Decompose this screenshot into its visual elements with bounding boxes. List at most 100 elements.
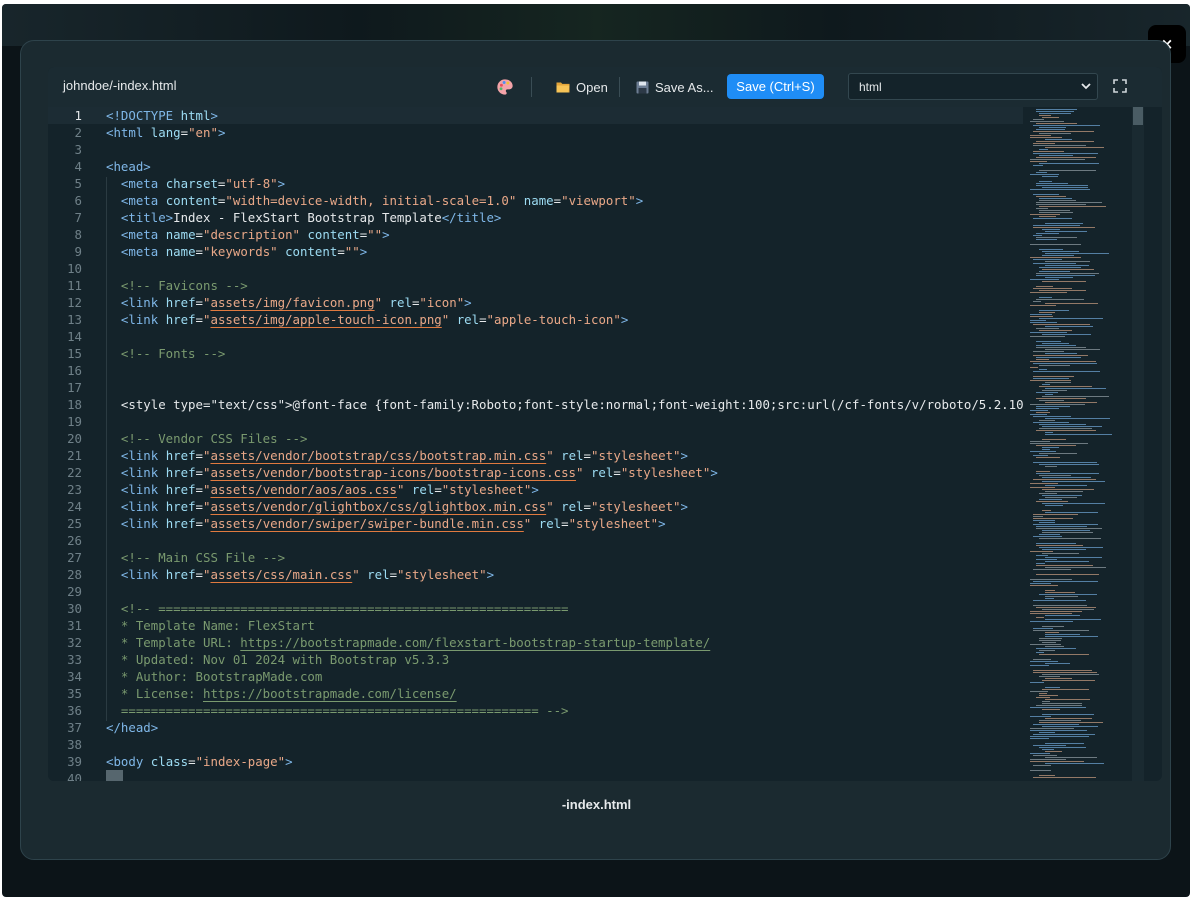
minimap-line xyxy=(1039,722,1103,723)
minimap-line xyxy=(1036,648,1076,649)
code-line[interactable]: 23 <link href="assets/vendor/aos/aos.css… xyxy=(48,481,1023,498)
open-button[interactable]: Open xyxy=(556,75,608,99)
minimap-line xyxy=(1045,418,1110,419)
code-line[interactable]: 31 * Template Name: FlexStart xyxy=(48,617,1023,634)
code-text: <!-- Favicons --> xyxy=(120,278,248,293)
line-number: 22 xyxy=(67,465,82,480)
code-line[interactable]: 10 xyxy=(48,260,1023,277)
code-editor[interactable]: 40 39 <body class="index-page"> 38 37 </head>… xyxy=(48,107,1023,781)
line-number: 14 xyxy=(67,329,82,344)
code-line[interactable]: 15 <!-- Fonts --> xyxy=(48,345,1023,362)
minimap-line xyxy=(1030,320,1046,321)
code-line[interactable]: 11 <!-- Favicons --> xyxy=(48,277,1023,294)
vertical-scrollbar[interactable] xyxy=(1132,107,1144,781)
fullscreen-icon[interactable] xyxy=(1113,79,1127,93)
code-line[interactable]: 20 <!-- Vendor CSS Files --> xyxy=(48,430,1023,447)
minimap-line xyxy=(1045,619,1101,620)
palette-icon[interactable] xyxy=(496,78,514,96)
code-line[interactable]: 28 <link href="assets/css/main.css" rel=… xyxy=(48,566,1023,583)
code-line[interactable]: 34 * Author: BootstrapMade.com xyxy=(48,668,1023,685)
code-line[interactable]: 38 xyxy=(48,736,1023,753)
line-number: 28 xyxy=(67,567,82,582)
code-line[interactable]: 6 <meta content="width=device-width, ini… xyxy=(48,192,1023,209)
minimap-line xyxy=(1045,261,1090,262)
minimap-line xyxy=(1039,732,1055,733)
code-line[interactable]: 36 =====================================… xyxy=(48,702,1023,719)
line-number: 29 xyxy=(67,584,82,599)
minimap-line xyxy=(1039,365,1070,366)
code-line[interactable]: 5 <meta charset="utf-8"> xyxy=(48,175,1023,192)
line-number: 39 xyxy=(67,754,82,769)
minimap-line xyxy=(1039,386,1092,387)
code-line[interactable]: 39 <body class="index-page"> xyxy=(48,753,1023,770)
code-line[interactable]: 14 xyxy=(48,328,1023,345)
code-line[interactable]: 18 <style type="text/css">@font-face {fo… xyxy=(48,396,1023,413)
save-as-button[interactable]: Save As... xyxy=(636,75,714,99)
code-line[interactable]: 8 <meta name="description" content=""> xyxy=(48,226,1023,243)
minimap-line xyxy=(1036,555,1048,556)
minimap-line xyxy=(1042,269,1094,270)
code-line[interactable]: 35 * License: https://bootstrapmade.com/… xyxy=(48,685,1023,702)
minimap-line xyxy=(1039,775,1055,776)
code-line[interactable]: 19 xyxy=(48,413,1023,430)
code-line[interactable]: 37 </head> xyxy=(48,719,1023,736)
code-text: </head> xyxy=(106,720,159,735)
line-number: 33 xyxy=(67,652,82,667)
code-line[interactable]: 26 xyxy=(48,532,1023,549)
footer-filename: -index.html xyxy=(561,797,632,812)
code-text: <body class="index-page"> xyxy=(106,754,293,769)
minimap-line xyxy=(1045,596,1078,597)
code-line[interactable]: 40 xyxy=(48,770,1023,781)
code-line[interactable]: 3 xyxy=(48,141,1023,158)
minimap-line xyxy=(1036,408,1059,409)
minimap-line xyxy=(1036,545,1083,546)
code-line[interactable]: 7 <title>Index - FlexStart Bootstrap Tem… xyxy=(48,209,1023,226)
minimap-line xyxy=(1030,332,1067,333)
code-line[interactable]: 12 <link href="assets/img/favicon.png" r… xyxy=(48,294,1023,311)
minimap-line xyxy=(1033,765,1051,766)
code-line[interactable]: 4 <head> xyxy=(48,158,1023,175)
text-cursor xyxy=(106,770,123,781)
code-minimap[interactable] xyxy=(1024,107,1132,781)
language-select-value: html xyxy=(859,79,882,94)
code-text: <!-- Vendor CSS Files --> xyxy=(120,431,308,446)
code-text: <meta content="width=device-width, initi… xyxy=(120,193,644,208)
minimap-line xyxy=(1030,682,1044,683)
minimap-line xyxy=(1042,390,1067,391)
minimap-line xyxy=(1045,636,1098,637)
code-line[interactable]: 30 <!-- ================================… xyxy=(48,600,1023,617)
scrollbar-thumb[interactable] xyxy=(1133,107,1143,125)
minimap-line xyxy=(1033,479,1096,480)
code-line[interactable]: 25 <link href="assets/vendor/swiper/swip… xyxy=(48,515,1023,532)
language-select[interactable]: html xyxy=(848,73,1098,100)
minimap-line xyxy=(1042,701,1050,702)
code-line[interactable]: 17 xyxy=(48,379,1023,396)
minimap-line xyxy=(1030,137,1062,138)
code-line[interactable]: 24 <link href="assets/vendor/glightbox/c… xyxy=(48,498,1023,515)
code-line[interactable]: 13 <link href="assets/img/apple-touch-ic… xyxy=(48,311,1023,328)
code-line[interactable]: 29 xyxy=(48,583,1023,600)
minimap-line xyxy=(1045,382,1071,383)
code-line[interactable]: 32 * Template URL: https://bootstrapmade… xyxy=(48,634,1023,651)
code-line[interactable]: 9 <meta name="keywords" content=""> xyxy=(48,243,1023,260)
code-line[interactable]: 1 <!DOCTYPE html> xyxy=(48,107,1023,124)
code-line[interactable]: 16 xyxy=(48,362,1023,379)
code-line[interactable]: 33 * Updated: Nov 01 2024 with Bootstrap… xyxy=(48,651,1023,668)
minimap-line xyxy=(1042,553,1079,554)
minimap-line xyxy=(1042,749,1054,750)
code-text: <link href="assets/img/apple-touch-icon.… xyxy=(120,312,629,327)
minimap-line xyxy=(1045,497,1077,498)
code-line[interactable]: 2 <html lang="en"> xyxy=(48,124,1023,141)
save-button[interactable]: Save (Ctrl+S) xyxy=(727,74,824,99)
minimap-line xyxy=(1033,378,1069,379)
minimap-line xyxy=(1036,299,1084,300)
code-line[interactable]: 21 <link href="assets/vendor/bootstrap/c… xyxy=(48,447,1023,464)
minimap-line xyxy=(1042,689,1089,690)
minimap-line xyxy=(1030,451,1056,452)
minimap-line xyxy=(1039,493,1057,494)
code-line[interactable]: 22 <link href="assets/vendor/bootstrap-i… xyxy=(48,464,1023,481)
minimap-line xyxy=(1030,611,1082,612)
code-line[interactable]: 27 <!-- Main CSS File --> xyxy=(48,549,1023,566)
minimap-line xyxy=(1045,632,1059,633)
minimap-line xyxy=(1042,426,1102,427)
